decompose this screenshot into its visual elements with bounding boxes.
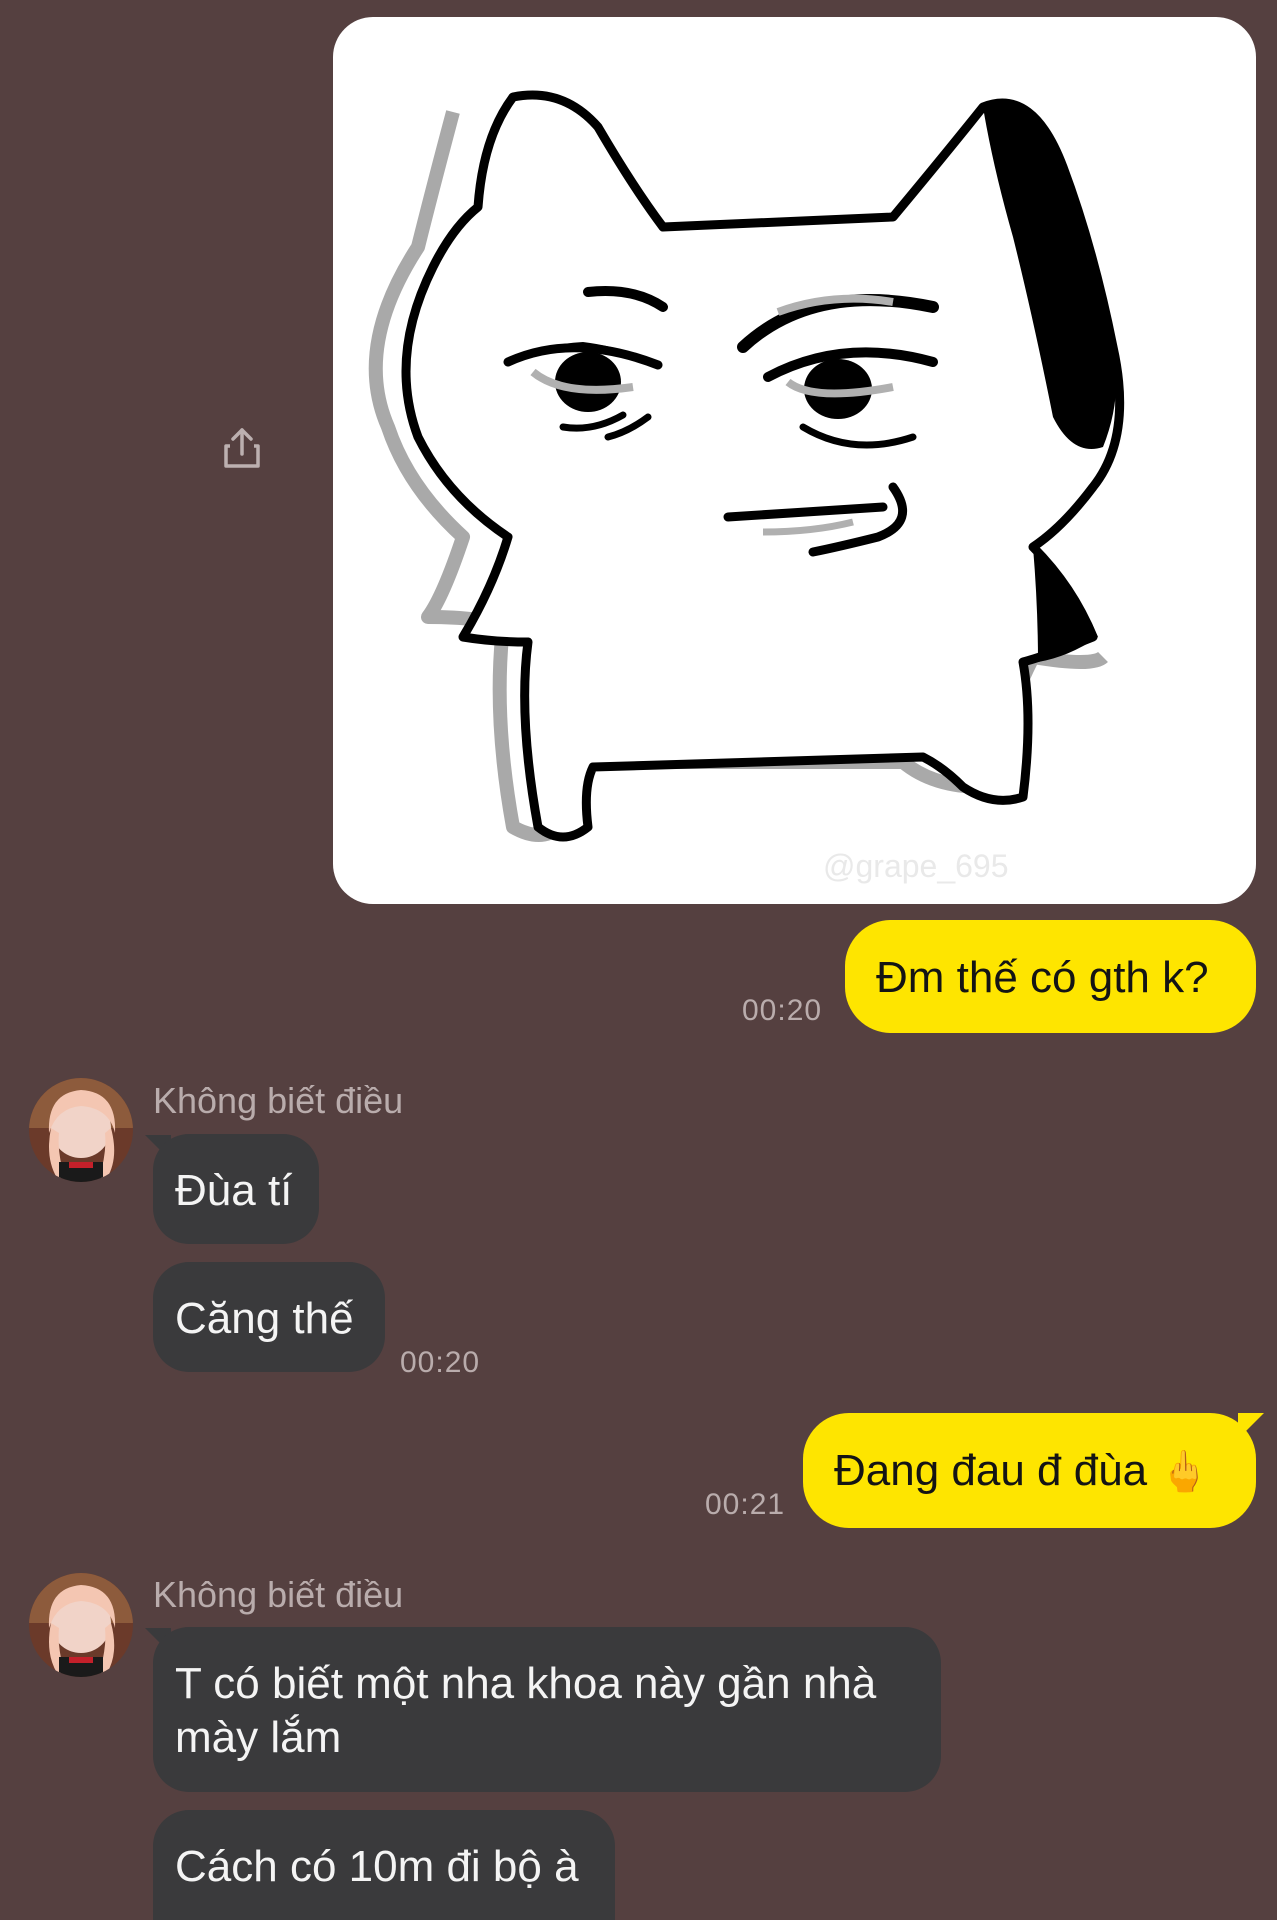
message-timestamp: 00:20 bbox=[742, 994, 823, 1027]
message-timestamp: 00:21 bbox=[705, 1488, 786, 1521]
message-bubble-outgoing[interactable]: Đm thế có gth k? bbox=[845, 920, 1256, 1033]
message-bubble-incoming[interactable]: Căng thế bbox=[153, 1262, 385, 1372]
message-text-line: T có biết một nha khoa này gần nhà bbox=[175, 1659, 877, 1708]
sender-name: Không biết điều bbox=[153, 1080, 404, 1121]
message-text-line: mày lắm bbox=[175, 1713, 342, 1762]
sticker-watermark: @grape_695 bbox=[823, 848, 1009, 884]
message-timestamp: 00:20 bbox=[400, 1346, 481, 1379]
avatar[interactable] bbox=[29, 1573, 133, 1677]
share-icon bbox=[224, 428, 260, 468]
avatar[interactable] bbox=[29, 1078, 133, 1182]
middle-finger-emoji: 🖕 bbox=[1159, 1450, 1210, 1494]
message-bubble-incoming[interactable]: Đùa tí bbox=[153, 1134, 319, 1244]
cat-sticker-illustration: @grape_695 bbox=[368, 90, 1125, 884]
message-bubble-incoming[interactable]: T có biết một nha khoa này gần nhà mày l… bbox=[153, 1627, 941, 1792]
sender-name: Không biết điều bbox=[153, 1574, 404, 1615]
message-bubble-outgoing[interactable]: Đang đau đ đùa 🖕 bbox=[803, 1413, 1256, 1528]
message-bubble-incoming[interactable]: Cách có 10m đi bộ à bbox=[153, 1810, 615, 1920]
message-text: Đang đau đ đùa bbox=[834, 1446, 1148, 1495]
sticker-image[interactable]: @grape_695 bbox=[333, 17, 1256, 904]
bubble-tail bbox=[1238, 1413, 1264, 1439]
share-button[interactable] bbox=[214, 420, 270, 476]
